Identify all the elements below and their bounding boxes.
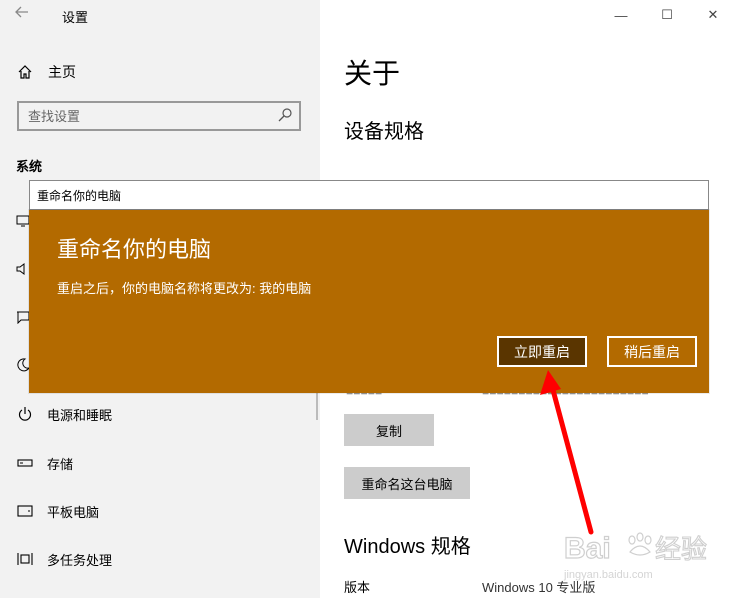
svg-text:Bai: Bai: [564, 532, 611, 565]
svg-text:jingyan.baidu.com: jingyan.baidu.com: [563, 569, 653, 581]
red-arrow-annotation: [540, 370, 594, 535]
baidu-jingyan-watermark: Bai 经验 jingyan.baidu.com: [560, 518, 730, 588]
svg-text:经验: 经验: [655, 535, 707, 565]
